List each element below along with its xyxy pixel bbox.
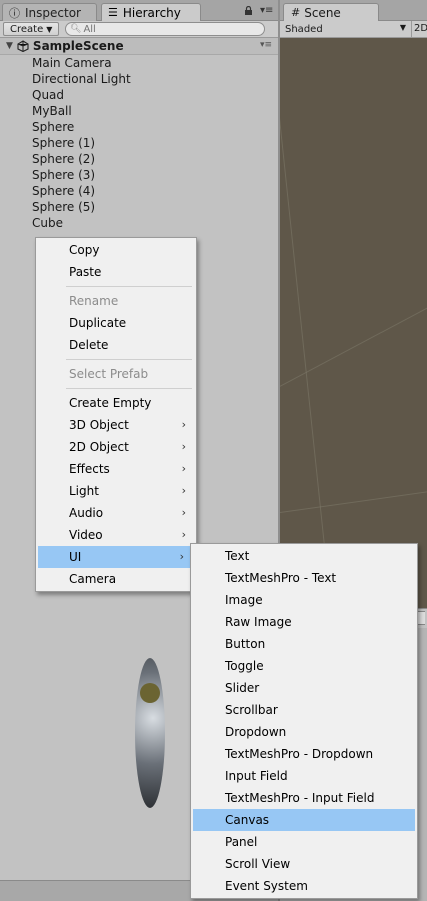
scene-name: SampleScene xyxy=(32,39,124,53)
chevron-right-icon: › xyxy=(181,418,186,431)
menu-item-audio[interactable]: Audio › xyxy=(36,502,196,524)
menu-item-duplicate[interactable]: Duplicate xyxy=(36,312,196,334)
menu-item-effects[interactable]: Effects › xyxy=(36,458,196,480)
menu-item-effects-label: Effects xyxy=(69,462,110,476)
hierarchy-list: Main Camera Directional Light Quad MyBal… xyxy=(32,55,131,231)
hierarchy-item-quad[interactable]: Quad xyxy=(32,87,131,103)
submenu-item-slider[interactable]: Slider xyxy=(191,677,417,699)
menu-item-2d-object-label: 2D Object xyxy=(69,440,129,454)
list-icon: ☰ xyxy=(108,6,118,19)
hierarchy-item-sphere-1[interactable]: Sphere (1) xyxy=(32,135,131,151)
menu-item-ui[interactable]: UI › xyxy=(38,546,194,568)
menu-item-3d-object-label: 3D Object xyxy=(69,418,129,432)
chevron-down-icon: ▼ xyxy=(399,23,406,32)
chevron-right-icon: › xyxy=(181,484,186,497)
left-tab-bar: ⓘ Inspector ☰ Hierarchy ▾≡ xyxy=(0,0,280,21)
tab-inspector[interactable]: ⓘ Inspector xyxy=(2,3,97,21)
hierarchy-item-sphere-4[interactable]: Sphere (4) xyxy=(32,183,131,199)
submenu-item-button[interactable]: Button xyxy=(191,633,417,655)
tab-inspector-label: Inspector xyxy=(25,5,81,20)
unity-scene-icon xyxy=(17,40,29,52)
menu-item-audio-label: Audio xyxy=(69,506,104,520)
menu-separator xyxy=(66,359,192,360)
scene-toolbar: Shaded ▼ 2D xyxy=(280,21,427,38)
submenu-item-event-system[interactable]: Event System xyxy=(191,875,417,897)
hierarchy-item-sphere-3[interactable]: Sphere (3) xyxy=(32,167,131,183)
chevron-down-icon: ▼ xyxy=(46,24,53,34)
hierarchy-toolbar: Create ▼ 🔍︎ xyxy=(0,21,280,38)
chevron-right-icon: › xyxy=(181,528,186,541)
tab-scene-label: Scene xyxy=(304,5,341,20)
shading-mode-label: Shaded xyxy=(285,23,323,35)
grid-icon: # xyxy=(291,6,301,19)
ui-submenu: Text TextMeshPro - Text Image Raw Image … xyxy=(190,543,418,899)
menu-separator xyxy=(66,286,192,287)
submenu-item-scroll-view[interactable]: Scroll View xyxy=(191,853,417,875)
search-input[interactable] xyxy=(83,23,234,35)
scene-options-icon[interactable]: ▾≡ xyxy=(260,40,272,50)
menu-item-delete[interactable]: Delete xyxy=(36,334,196,356)
panel-menu-icon[interactable]: ▾≡ xyxy=(260,5,273,16)
menu-item-light-label: Light xyxy=(69,484,99,498)
grid-line xyxy=(280,38,333,617)
twod-toggle[interactable]: 2D xyxy=(411,21,427,37)
submenu-item-image[interactable]: Image xyxy=(191,589,417,611)
shading-mode-dropdown[interactable]: Shaded ▼ xyxy=(285,22,408,36)
submenu-item-canvas[interactable]: Canvas xyxy=(193,809,415,831)
ball-highlight xyxy=(140,683,160,703)
submenu-item-raw-image[interactable]: Raw Image xyxy=(191,611,417,633)
grid-line xyxy=(280,482,427,515)
menu-item-ui-label: UI xyxy=(69,550,82,564)
menu-item-3d-object[interactable]: 3D Object › xyxy=(36,414,196,436)
tab-hierarchy[interactable]: ☰ Hierarchy xyxy=(101,3,201,21)
menu-item-create-empty[interactable]: Create Empty xyxy=(36,392,196,414)
hierarchy-item-sphere-5[interactable]: Sphere (5) xyxy=(32,199,131,215)
submenu-item-scrollbar[interactable]: Scrollbar xyxy=(191,699,417,721)
expand-arrow-icon[interactable]: ▼ xyxy=(6,41,13,51)
menu-item-copy[interactable]: Copy xyxy=(36,239,196,261)
menu-item-select-prefab: Select Prefab xyxy=(69,367,149,381)
hierarchy-item-cube[interactable]: Cube xyxy=(32,215,131,231)
chevron-right-icon: › xyxy=(179,550,184,563)
tab-scene[interactable]: # Scene xyxy=(283,3,379,21)
context-menu: Copy Paste Rename Duplicate Delete Selec… xyxy=(35,237,197,592)
submenu-item-text[interactable]: Text xyxy=(191,545,417,567)
menu-item-camera[interactable]: Camera xyxy=(36,568,196,590)
submenu-item-textmeshpro-input-field[interactable]: TextMeshPro - Input Field xyxy=(191,787,417,809)
ball-preview xyxy=(135,658,165,808)
submenu-item-textmeshpro-dropdown[interactable]: TextMeshPro - Dropdown xyxy=(191,743,417,765)
scene-tab-bar: # Scene xyxy=(280,0,427,21)
hierarchy-item-sphere[interactable]: Sphere xyxy=(32,119,131,135)
search-field[interactable]: 🔍︎ xyxy=(65,22,265,36)
submenu-item-panel[interactable]: Panel xyxy=(191,831,417,853)
chevron-right-icon: › xyxy=(181,506,186,519)
scene-header[interactable]: ▼ SampleScene ▾≡ xyxy=(0,38,278,55)
chevron-right-icon: › xyxy=(181,462,186,475)
create-button-label: Create xyxy=(10,23,44,35)
search-icon: 🔍︎ xyxy=(70,24,82,34)
create-button[interactable]: Create ▼ xyxy=(3,22,60,36)
menu-item-light[interactable]: Light › xyxy=(36,480,196,502)
hierarchy-item-directional-light[interactable]: Directional Light xyxy=(32,71,131,87)
info-icon: ⓘ xyxy=(9,6,20,20)
hierarchy-item-sphere-2[interactable]: Sphere (2) xyxy=(32,151,131,167)
submenu-item-input-field[interactable]: Input Field xyxy=(191,765,417,787)
menu-item-2d-object[interactable]: 2D Object › xyxy=(36,436,196,458)
menu-item-video-label: Video xyxy=(69,528,103,542)
hierarchy-item-myball[interactable]: MyBall xyxy=(32,103,131,119)
menu-separator xyxy=(66,388,192,389)
hierarchy-item-main-camera[interactable]: Main Camera xyxy=(32,55,131,71)
tab-hierarchy-label: Hierarchy xyxy=(122,5,181,20)
submenu-item-textmeshpro-text[interactable]: TextMeshPro - Text xyxy=(191,567,417,589)
chevron-right-icon: › xyxy=(181,440,186,453)
submenu-item-dropdown[interactable]: Dropdown xyxy=(191,721,417,743)
menu-item-rename: Rename xyxy=(69,294,119,308)
menu-item-video[interactable]: Video › xyxy=(36,524,196,546)
menu-item-paste[interactable]: Paste xyxy=(36,261,196,283)
lock-icon[interactable] xyxy=(244,6,253,15)
submenu-item-toggle[interactable]: Toggle xyxy=(191,655,417,677)
